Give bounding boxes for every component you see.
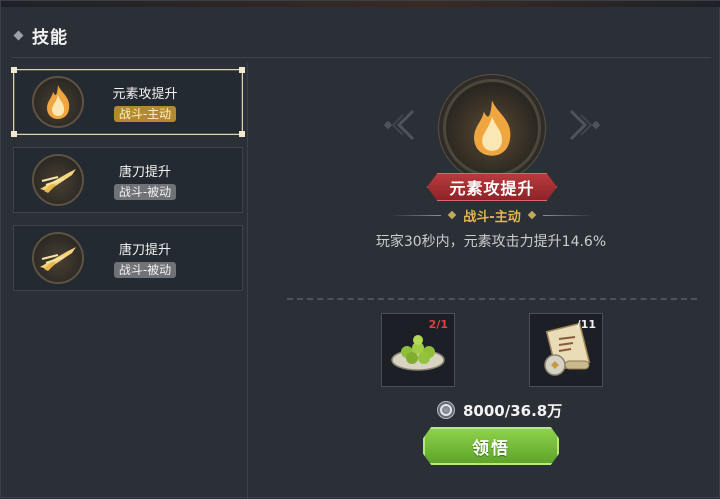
skill-type-row: 战斗-主动 xyxy=(389,205,595,225)
skill-list: 元素攻提升 战斗-主动 唐刀提升 战斗-被动 唐刀提升 战斗-被动 xyxy=(11,67,245,497)
material-count: 2/1 xyxy=(428,318,448,331)
skill-card-0[interactable]: 元素攻提升 战斗-主动 xyxy=(11,67,245,137)
material-slot-scroll[interactable]: /11 xyxy=(529,313,603,387)
skill-tag: 战斗-被动 xyxy=(113,261,177,278)
top-strip xyxy=(1,1,720,7)
skill-card-text: 唐刀提升 战斗-被动 xyxy=(84,239,206,278)
divider xyxy=(389,214,442,216)
skill-window: 技能 元素攻提升 战斗-主动 唐刀提升 战斗-被动 唐刀提升 战斗-被动 元素攻… xyxy=(0,0,720,499)
detail-skill-type: 战斗-主动 xyxy=(463,209,521,225)
skill-card-1[interactable]: 唐刀提升 战斗-被动 xyxy=(13,147,243,213)
blade-icon xyxy=(32,232,84,284)
green-fruit-plate-icon xyxy=(391,335,445,371)
material-slot-fruit[interactable]: 2/1 xyxy=(381,313,455,387)
cost-row: 8000/36.8万 xyxy=(437,399,562,421)
skill-card-text: 元素攻提升 战斗-主动 xyxy=(84,83,206,122)
corner-decoration xyxy=(11,131,17,137)
panel-divider xyxy=(247,63,248,499)
dashed-divider xyxy=(287,298,697,300)
diamond-icon xyxy=(527,210,536,220)
corner-decoration xyxy=(239,67,245,73)
skill-tag: 战斗-主动 xyxy=(113,105,177,122)
blade-icon xyxy=(32,154,84,206)
skill-description: 玩家30秒内，元素攻击力提升14.6% xyxy=(375,234,607,250)
ornament-left-icon xyxy=(383,109,415,141)
skill-name: 唐刀提升 xyxy=(118,164,171,180)
page-title: 技能 xyxy=(32,27,68,48)
ornament-right-icon xyxy=(569,109,601,141)
material-count: /11 xyxy=(576,318,596,331)
skill-card-2[interactable]: 唐刀提升 战斗-被动 xyxy=(13,225,243,291)
learn-button-label: 领悟 xyxy=(472,438,510,459)
cost-amount: 8000/36.8万 xyxy=(463,401,563,420)
fire-icon xyxy=(443,79,541,177)
skill-name: 唐刀提升 xyxy=(118,242,171,258)
fire-icon xyxy=(32,76,84,128)
coin-icon xyxy=(437,401,455,419)
title-divider xyxy=(11,57,711,58)
skill-name-banner: 元素攻提升 xyxy=(427,173,557,201)
title-row: 技能 xyxy=(13,23,68,48)
detail-skill-name: 元素攻提升 xyxy=(449,179,535,198)
learn-button[interactable]: 领悟 xyxy=(423,427,559,465)
skill-tag: 战斗-被动 xyxy=(113,183,177,200)
divider xyxy=(542,214,595,216)
diamond-icon xyxy=(13,30,24,40)
skill-name: 元素攻提升 xyxy=(112,86,178,102)
skill-card-text: 唐刀提升 战斗-被动 xyxy=(84,161,206,200)
diamond-icon xyxy=(448,210,457,220)
